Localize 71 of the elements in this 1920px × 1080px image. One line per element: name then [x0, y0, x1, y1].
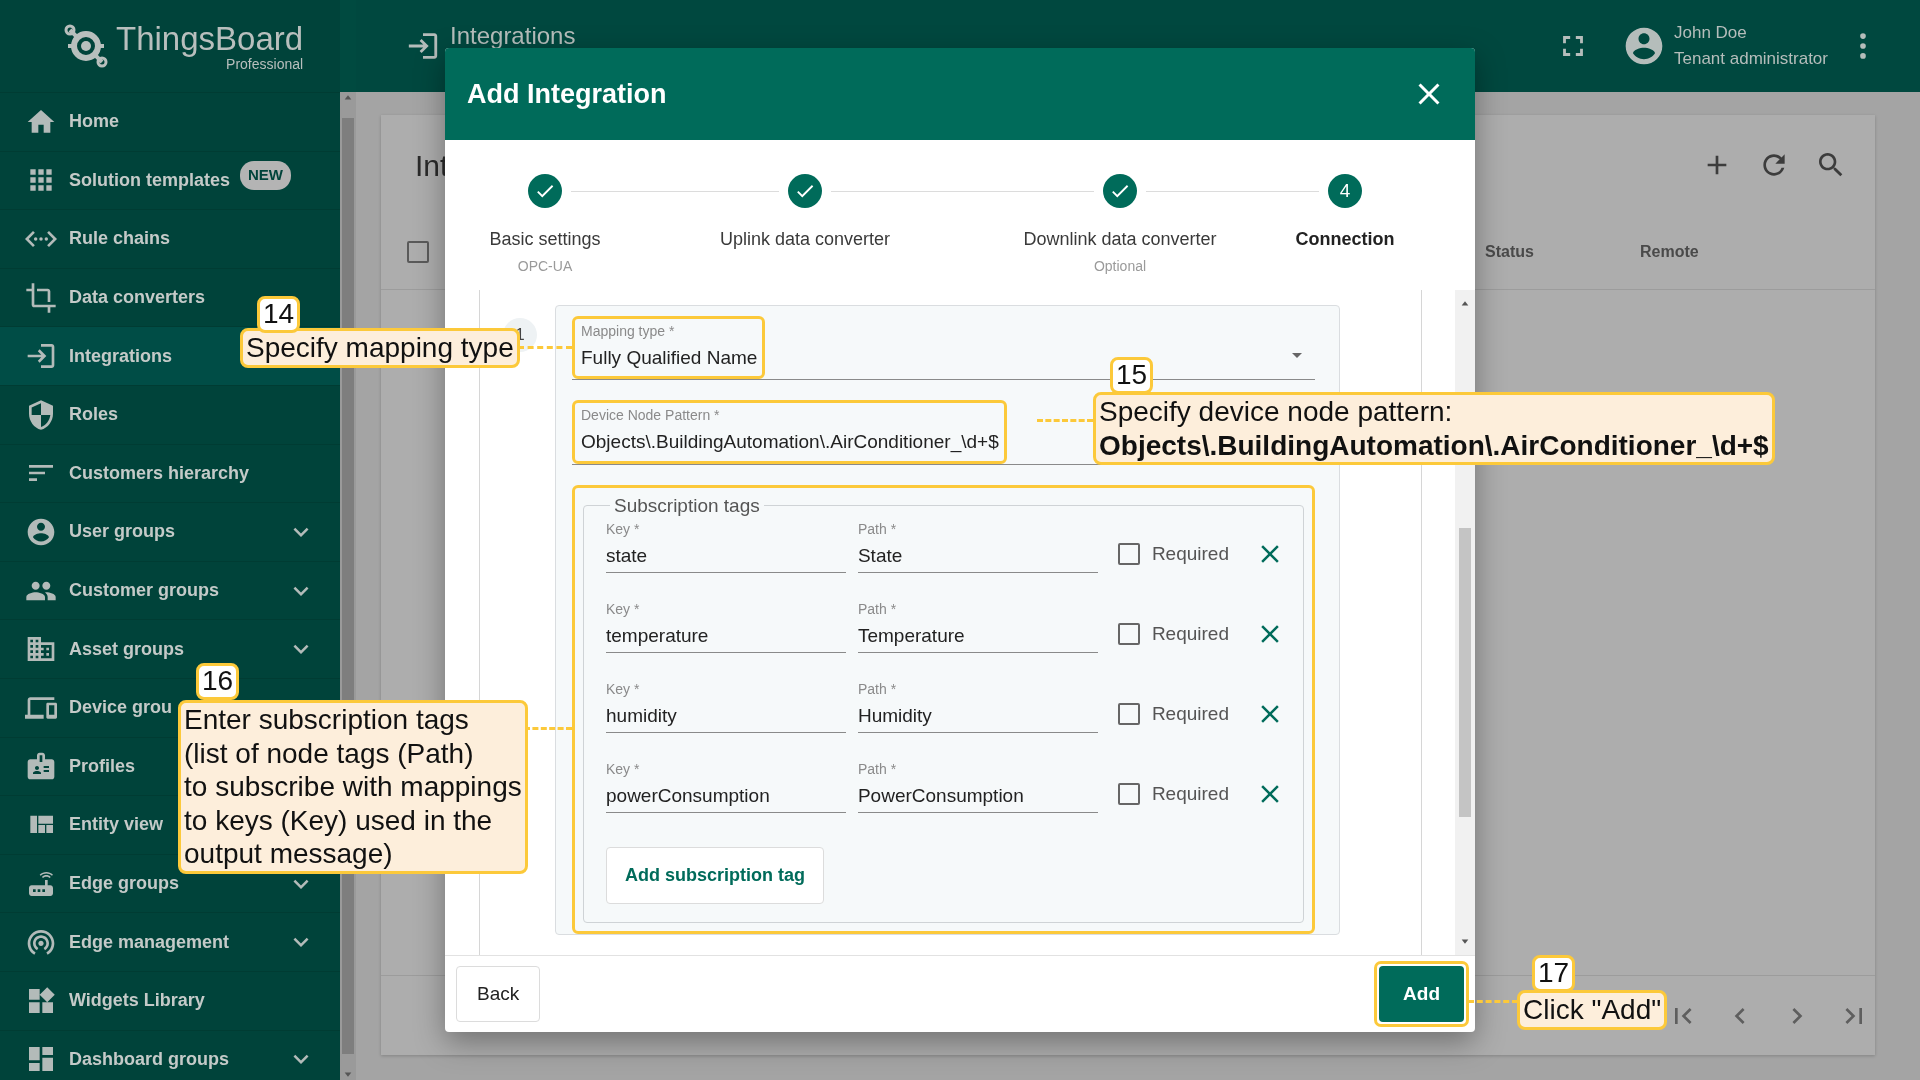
- logo-icon: [62, 22, 110, 70]
- user-name: John Doe: [1673, 21, 1748, 44]
- required-checkbox[interactable]: [1117, 702, 1140, 725]
- checkbox-label: Required: [1151, 701, 1229, 726]
- field-value: Humidity: [857, 703, 933, 728]
- field-value: temperature: [606, 623, 710, 648]
- select-all-checkbox[interactable]: [407, 241, 429, 263]
- back-button[interactable]: Back: [456, 965, 541, 1023]
- step-sublabel: Optional: [1093, 257, 1147, 276]
- number-tooltip: 17: [1532, 955, 1576, 992]
- field-value: powerConsumption: [606, 783, 771, 808]
- field-label: Key *: [606, 760, 641, 778]
- checkbox-label: Required: [1151, 621, 1229, 646]
- field-label: Path *: [857, 680, 898, 698]
- path-field[interactable]: Path * State: [857, 520, 1098, 574]
- sidebar-item[interactable]: Dashboard groups: [0, 1029, 340, 1080]
- sidebar-item[interactable]: Widgets Library: [0, 970, 340, 1030]
- sidebar-item[interactable]: User groups: [0, 502, 340, 561]
- field-label: Path *: [857, 520, 898, 538]
- sidebar-item[interactable]: Customer groups: [0, 560, 340, 620]
- path-field[interactable]: Path * Humidity: [857, 680, 1098, 734]
- add-button[interactable]: Add: [1379, 965, 1464, 1023]
- field-value: Objects\.BuildingAutomation\.AirConditioner_\d+$: [581, 430, 999, 455]
- path-field[interactable]: Path * PowerConsumption: [857, 760, 1098, 814]
- number-tooltip: 14: [257, 296, 301, 333]
- field-value: Fully Qualified Name: [581, 345, 758, 370]
- field-label: Key *: [606, 680, 641, 698]
- required-checkbox[interactable]: [1117, 782, 1140, 805]
- dialog-title: Add Integration: [467, 77, 667, 111]
- field-value: humidity: [606, 703, 678, 728]
- checkbox-label: Required: [1151, 541, 1229, 566]
- field-label: Mapping type *: [581, 323, 676, 340]
- field-label: Path *: [857, 760, 898, 778]
- path-field[interactable]: Path * Temperature: [857, 600, 1098, 654]
- column-header[interactable]: Remote: [1640, 240, 1875, 264]
- field-label: Key *: [606, 600, 641, 618]
- required-checkbox[interactable]: [1117, 622, 1140, 645]
- field-value: PowerConsumption: [857, 783, 1025, 808]
- field-value: Temperature: [857, 623, 966, 648]
- field-value: state: [606, 543, 649, 568]
- user-role: Tenant administrator: [1673, 48, 1828, 70]
- field-label: Path *: [857, 600, 898, 618]
- field-value: State: [857, 543, 904, 568]
- sidebar-item[interactable]: Roles: [0, 384, 340, 444]
- group-legend: Subscription tags: [610, 495, 764, 515]
- key-field[interactable]: Key * powerConsumption: [606, 760, 846, 814]
- number-tooltip: 16: [196, 663, 240, 700]
- crop-icon: [25, 281, 57, 314]
- required-checkbox[interactable]: [1117, 542, 1140, 565]
- edition-label: Professional: [226, 56, 304, 71]
- field-label: Key *: [606, 520, 641, 538]
- sidebar-item[interactable]: Solution templates NEW: [0, 150, 340, 210]
- step-number: 4: [1328, 174, 1362, 208]
- field-label: Device Node Pattern *: [581, 407, 721, 425]
- step-label[interactable]: Downlink data converter: [1023, 226, 1217, 253]
- number-tooltip: 15: [1110, 357, 1154, 394]
- sidebar-item[interactable]: Home: [0, 92, 340, 151]
- key-field[interactable]: Key * state: [606, 520, 846, 574]
- step-label[interactable]: Uplink data converter: [719, 226, 891, 253]
- checkbox-label: Required: [1151, 781, 1229, 806]
- new-badge: NEW: [240, 161, 291, 190]
- callout-text: Click "Add": [1523, 993, 1662, 1027]
- key-field[interactable]: Key * temperature: [606, 600, 846, 654]
- page-title: Integrations: [450, 21, 576, 51]
- step-label[interactable]: Connection: [1295, 226, 1395, 253]
- column-header[interactable]: Status: [1485, 240, 1640, 264]
- sidebar-item[interactable]: Edge management: [0, 912, 340, 971]
- step-sublabel: OPC-UA: [517, 257, 573, 276]
- key-field[interactable]: Key * humidity: [606, 680, 846, 734]
- step-label[interactable]: Basic settings: [489, 226, 601, 253]
- add-tag-button[interactable]: Add subscription tag: [606, 846, 824, 904]
